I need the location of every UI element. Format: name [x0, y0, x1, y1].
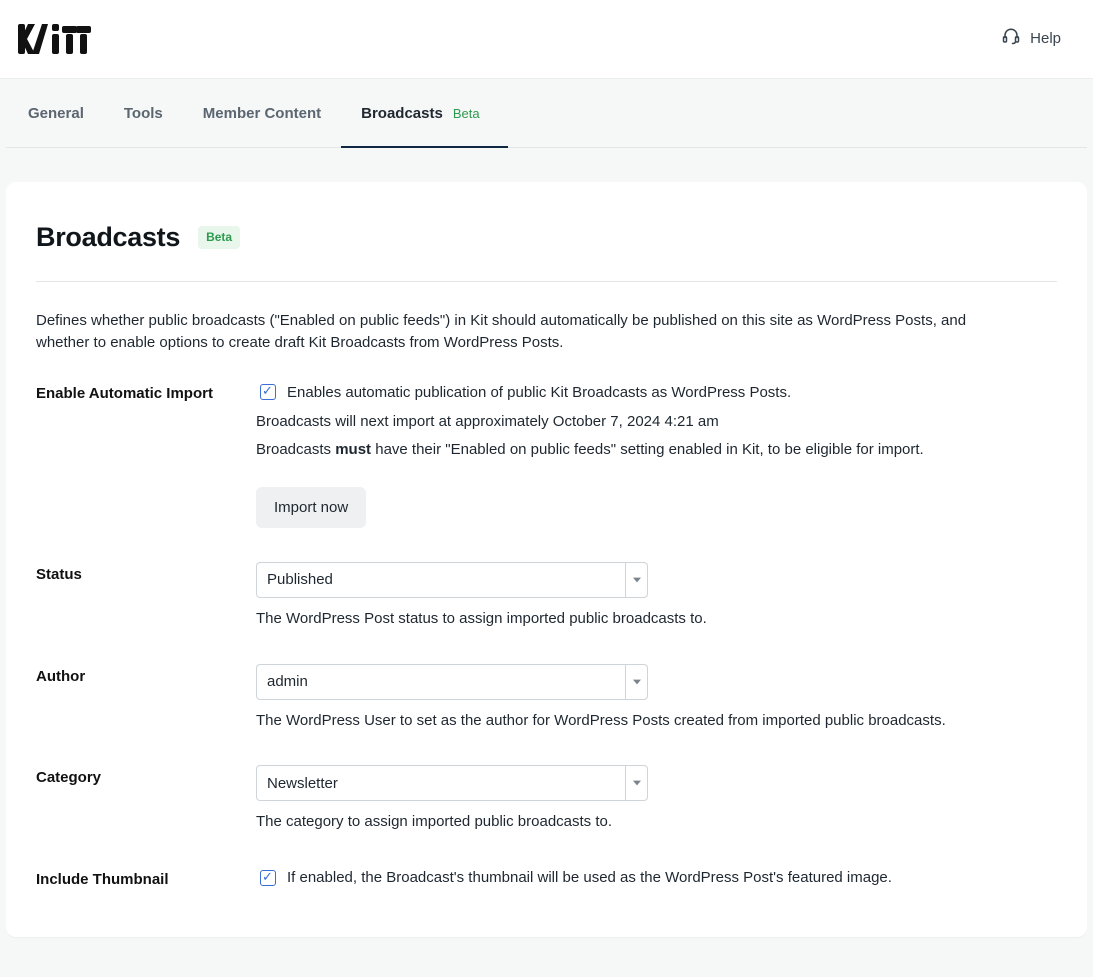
label-enable-import: Enable Automatic Import — [36, 381, 256, 405]
top-bar: Help — [0, 0, 1093, 78]
status-select[interactable]: Published — [256, 562, 648, 598]
category-help: The category to assign imported public b… — [256, 811, 1057, 833]
include-thumbnail-checkbox-wrap[interactable]: If enabled, the Broadcast's thumbnail wi… — [256, 867, 1057, 889]
row-status: Status Published The WordPress Post stat… — [36, 562, 1057, 630]
chevron-down-icon — [625, 665, 647, 699]
beta-tag: Beta — [453, 105, 480, 124]
tab-label: Member Content — [203, 103, 321, 125]
include-thumbnail-checkbox[interactable] — [260, 870, 276, 886]
chevron-down-icon — [625, 563, 647, 597]
tab-label: Broadcasts — [361, 103, 443, 125]
label-author: Author — [36, 664, 256, 688]
headset-icon — [1002, 27, 1020, 52]
help-label: Help — [1030, 28, 1061, 50]
label-status: Status — [36, 562, 256, 586]
include-thumbnail-checkbox-label: If enabled, the Broadcast's thumbnail wi… — [287, 867, 892, 889]
author-select[interactable]: admin — [256, 664, 648, 700]
tab-label: Tools — [124, 103, 163, 125]
tab-broadcasts[interactable]: Broadcasts Beta — [361, 79, 479, 147]
tab-tools[interactable]: Tools — [124, 79, 163, 147]
author-help: The WordPress User to set as the author … — [256, 710, 1057, 732]
kit-logo — [18, 22, 92, 56]
beta-pill: Beta — [198, 226, 240, 249]
help-link[interactable]: Help — [1002, 27, 1061, 52]
import-now-button[interactable]: Import now — [256, 487, 366, 528]
category-select[interactable]: Newsletter — [256, 765, 648, 801]
category-select-value: Newsletter — [267, 773, 338, 795]
label-category: Category — [36, 765, 256, 789]
chevron-down-icon — [625, 766, 647, 800]
row-author: Author admin The WordPress User to set a… — [36, 664, 1057, 732]
settings-tabs: General Tools Member Content Broadcasts … — [6, 79, 1087, 148]
tab-label: General — [28, 103, 84, 125]
tab-member-content[interactable]: Member Content — [203, 79, 321, 147]
panel-title: Broadcasts — [36, 218, 180, 257]
enable-import-checkbox[interactable] — [260, 384, 276, 400]
tab-general[interactable]: General — [28, 79, 84, 147]
panel-description: Defines whether public broadcasts ("Enab… — [36, 310, 1016, 354]
enable-import-checkbox-wrap[interactable]: Enables automatic publication of public … — [256, 381, 1057, 403]
status-select-value: Published — [267, 569, 333, 591]
row-enable-import: Enable Automatic Import Enables automati… — [36, 381, 1057, 528]
status-help: The WordPress Post status to assign impo… — [256, 608, 1057, 630]
label-include-thumbnail: Include Thumbnail — [36, 867, 256, 891]
row-include-thumbnail: Include Thumbnail If enabled, the Broadc… — [36, 867, 1057, 897]
enable-import-checkbox-label: Enables automatic publication of public … — [287, 382, 791, 404]
content-shell: General Tools Member Content Broadcasts … — [0, 78, 1093, 977]
must-line: Broadcasts must have their "Enabled on p… — [256, 439, 1057, 461]
next-import-text: Broadcasts will next import at approxima… — [256, 411, 1057, 433]
author-select-value: admin — [267, 671, 308, 693]
broadcasts-panel: Broadcasts Beta Defines whether public b… — [6, 182, 1087, 937]
row-category: Category Newsletter The category to assi… — [36, 765, 1057, 833]
panel-header: Broadcasts Beta — [36, 218, 1057, 282]
